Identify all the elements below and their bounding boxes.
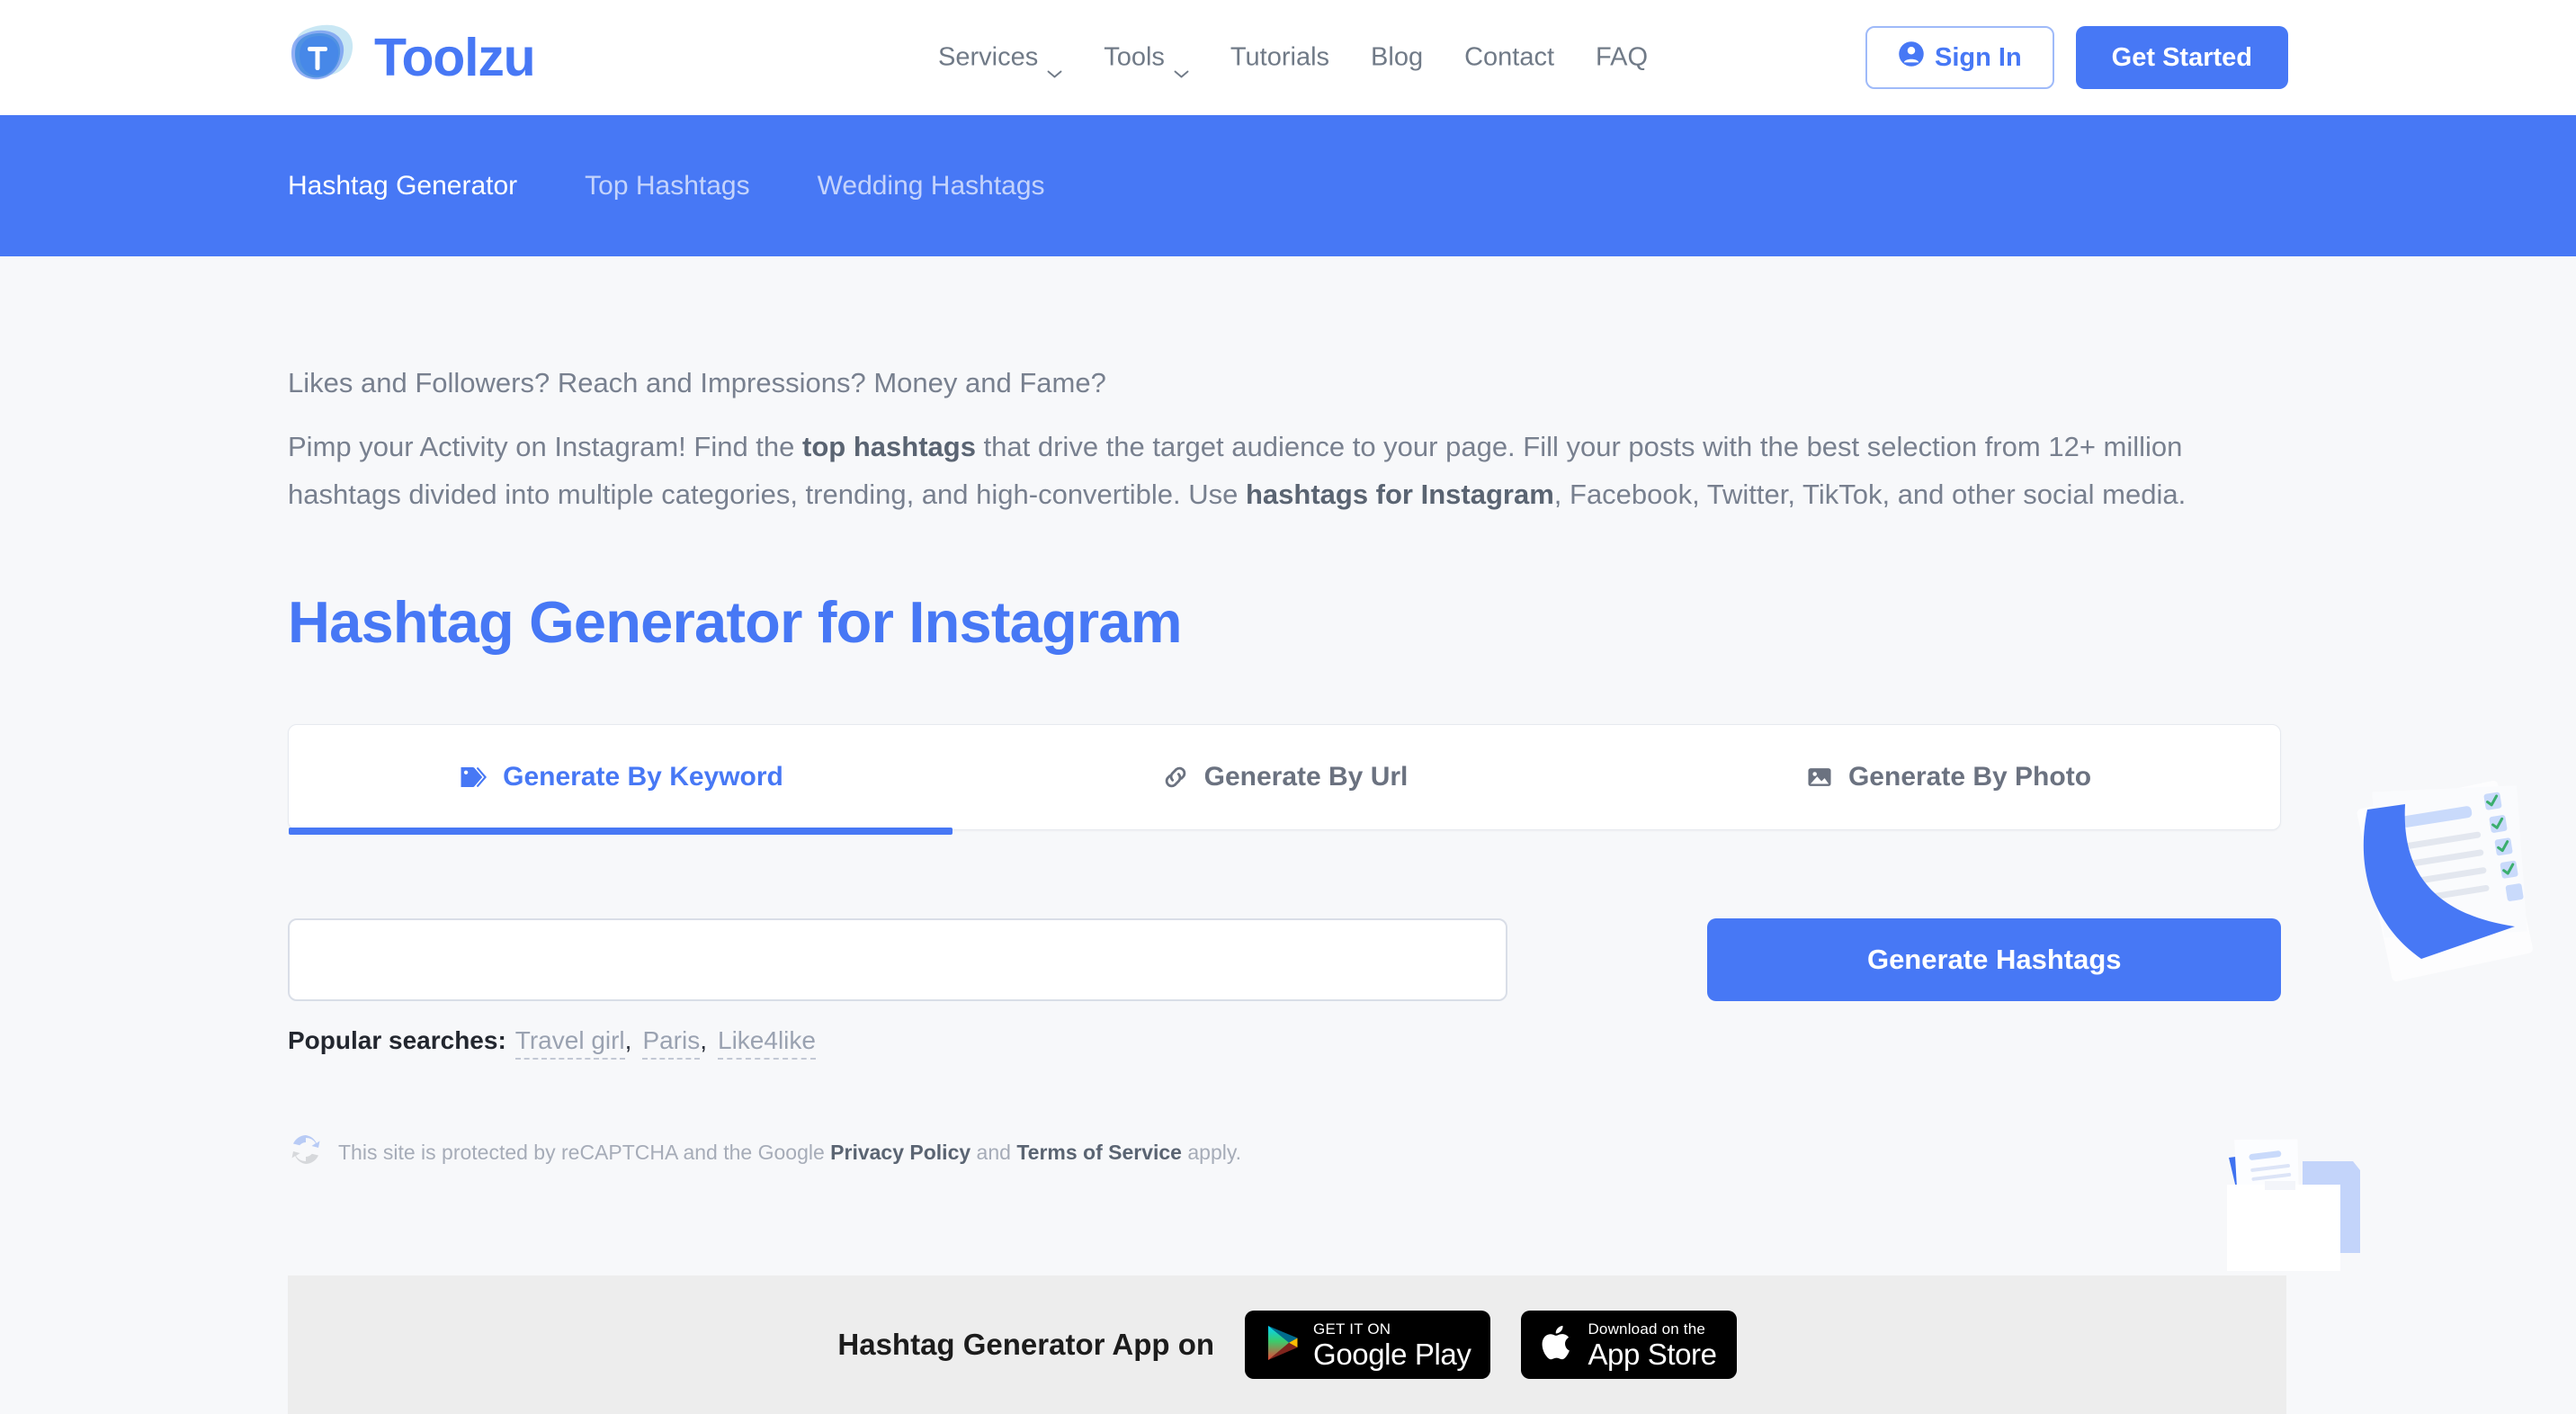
popular-search-link-paris[interactable]: Paris (642, 1026, 701, 1060)
nav-label-faq: FAQ (1596, 42, 1649, 72)
nav-label-services: Services (938, 42, 1039, 72)
nav-label-contact: Contact (1464, 42, 1555, 72)
nav-label-tutorials: Tutorials (1230, 42, 1330, 72)
recaptcha-icon (288, 1132, 324, 1173)
google-play-small-label: GET IT ON (1313, 1320, 1391, 1338)
tab-label-url: Generate By Url (1203, 762, 1409, 792)
app-store-badge[interactable]: Download on the App Store (1521, 1311, 1737, 1379)
app-store-big-label: App Store (1588, 1337, 1717, 1371)
google-play-icon (1265, 1323, 1301, 1367)
page-title: Hashtag Generator for Instagram (288, 588, 1183, 655)
recaptcha-text: This site is protected by reCAPTCHA and … (338, 1141, 1241, 1165)
subnav-items: Hashtag Generator Top Hashtags Wedding H… (288, 171, 1113, 201)
app-download-bar: Hashtag Generator App on GET IT ON Googl… (288, 1275, 2286, 1414)
tab-generate-by-url[interactable]: Generate By Url (953, 725, 1616, 829)
sign-in-button[interactable]: Sign In (1865, 26, 2054, 89)
generator-tabs: Generate By Keyword Generate By Url Gene… (288, 724, 2281, 836)
google-play-badge[interactable]: GET IT ON Google Play (1245, 1311, 1491, 1379)
get-started-label: Get Started (2111, 42, 2252, 72)
recaptcha-prefix: This site is protected by reCAPTCHA and … (338, 1140, 831, 1164)
recaptcha-suffix: apply. (1181, 1140, 1242, 1164)
google-play-big-label: Google Play (1313, 1337, 1471, 1371)
description-paragraph: Pimp your Activity on Instagram! Find th… (288, 423, 2271, 519)
search-row: Generate Hashtags (288, 918, 2281, 1002)
brand-logo[interactable]: Toolzu (288, 22, 536, 94)
site-header: Toolzu Services Tools Tutorials Blog Con… (0, 0, 2576, 115)
section-subnav: Hashtag Generator Top Hashtags Wedding H… (0, 115, 2576, 256)
nav-item-services[interactable]: Services (917, 42, 1083, 77)
popular-searches-label: Popular searches: (288, 1026, 506, 1055)
checklist-papers-illustration (2324, 754, 2576, 988)
app-bar-title: Hashtag Generator App on (837, 1328, 1215, 1361)
popular-search-link-like4like[interactable]: Like4like (718, 1026, 816, 1060)
sign-in-label: Sign In (1935, 42, 2022, 72)
popular-separator-2: , (700, 1026, 708, 1055)
app-store-small-label: Download on the (1588, 1320, 1706, 1338)
popular-searches: Popular searches: Travel girl, Paris, Li… (288, 1026, 2294, 1060)
terms-of-service-link[interactable]: Terms of Service (1016, 1141, 1182, 1164)
recaptcha-middle: and (970, 1140, 1017, 1164)
desc-part-3: , Facebook, Twitter, TikTok, and other s… (1553, 479, 2187, 511)
chevron-down-icon (1174, 56, 1189, 77)
header-actions: Sign In Get Started (1865, 26, 2288, 89)
privacy-policy-link[interactable]: Privacy Policy (830, 1141, 970, 1164)
desc-bold-top-hashtags: top hashtags (802, 431, 976, 462)
nav-item-tools[interactable]: Tools (1083, 42, 1210, 77)
subnav-item-top-hashtags[interactable]: Top Hashtags (585, 171, 749, 201)
tab-label-photo: Generate By Photo (1847, 762, 2092, 792)
google-play-text: GET IT ON Google Play (1313, 1321, 1471, 1369)
nav-item-tutorials[interactable]: Tutorials (1210, 43, 1350, 73)
nav-label-blog: Blog (1371, 42, 1424, 72)
subnav-item-hashtag-generator[interactable]: Hashtag Generator (288, 171, 517, 201)
toolzu-logo-icon (288, 22, 358, 94)
main-navigation: Services Tools Tutorials Blog Contact FA… (917, 42, 1668, 77)
generate-hashtags-button[interactable]: Generate Hashtags (1707, 918, 2281, 1002)
link-icon (1161, 763, 1190, 792)
tab-generate-by-keyword[interactable]: Generate By Keyword (289, 725, 953, 836)
user-account-icon (1898, 40, 1925, 75)
app-store-text: Download on the App Store (1588, 1320, 1717, 1371)
nav-item-blog[interactable]: Blog (1350, 43, 1444, 73)
tag-icon (458, 762, 488, 792)
subnav-item-wedding-hashtags[interactable]: Wedding Hashtags (818, 171, 1045, 201)
desc-part-1: Pimp your Activity on Instagram! Find th… (288, 431, 803, 462)
keyword-input[interactable] (288, 918, 1508, 1002)
apple-icon (1541, 1323, 1575, 1367)
nav-item-faq[interactable]: FAQ (1575, 43, 1668, 73)
get-started-button[interactable]: Get Started (2075, 26, 2288, 89)
lead-paragraph: Likes and Followers? Reach and Impressio… (288, 367, 1106, 398)
brand-name: Toolzu (374, 27, 536, 87)
popular-search-link-travel-girl[interactable]: Travel girl (514, 1026, 625, 1060)
chevron-down-icon (1047, 56, 1062, 77)
image-icon (1805, 763, 1834, 792)
main-content: Likes and Followers? Reach and Impressio… (288, 256, 2294, 1173)
nav-label-tools: Tools (1104, 42, 1165, 72)
tab-generate-by-photo[interactable]: Generate By Photo (1616, 725, 2280, 829)
recaptcha-notice: This site is protected by reCAPTCHA and … (288, 1132, 2294, 1173)
page-root: Toolzu Services Tools Tutorials Blog Con… (0, 0, 2576, 1414)
nav-item-contact[interactable]: Contact (1444, 43, 1575, 73)
tab-label-keyword: Generate By Keyword (503, 762, 783, 792)
desc-bold-hashtags-for-instagram: hashtags for Instagram (1245, 479, 1554, 511)
popular-separator-1: , (624, 1026, 632, 1055)
